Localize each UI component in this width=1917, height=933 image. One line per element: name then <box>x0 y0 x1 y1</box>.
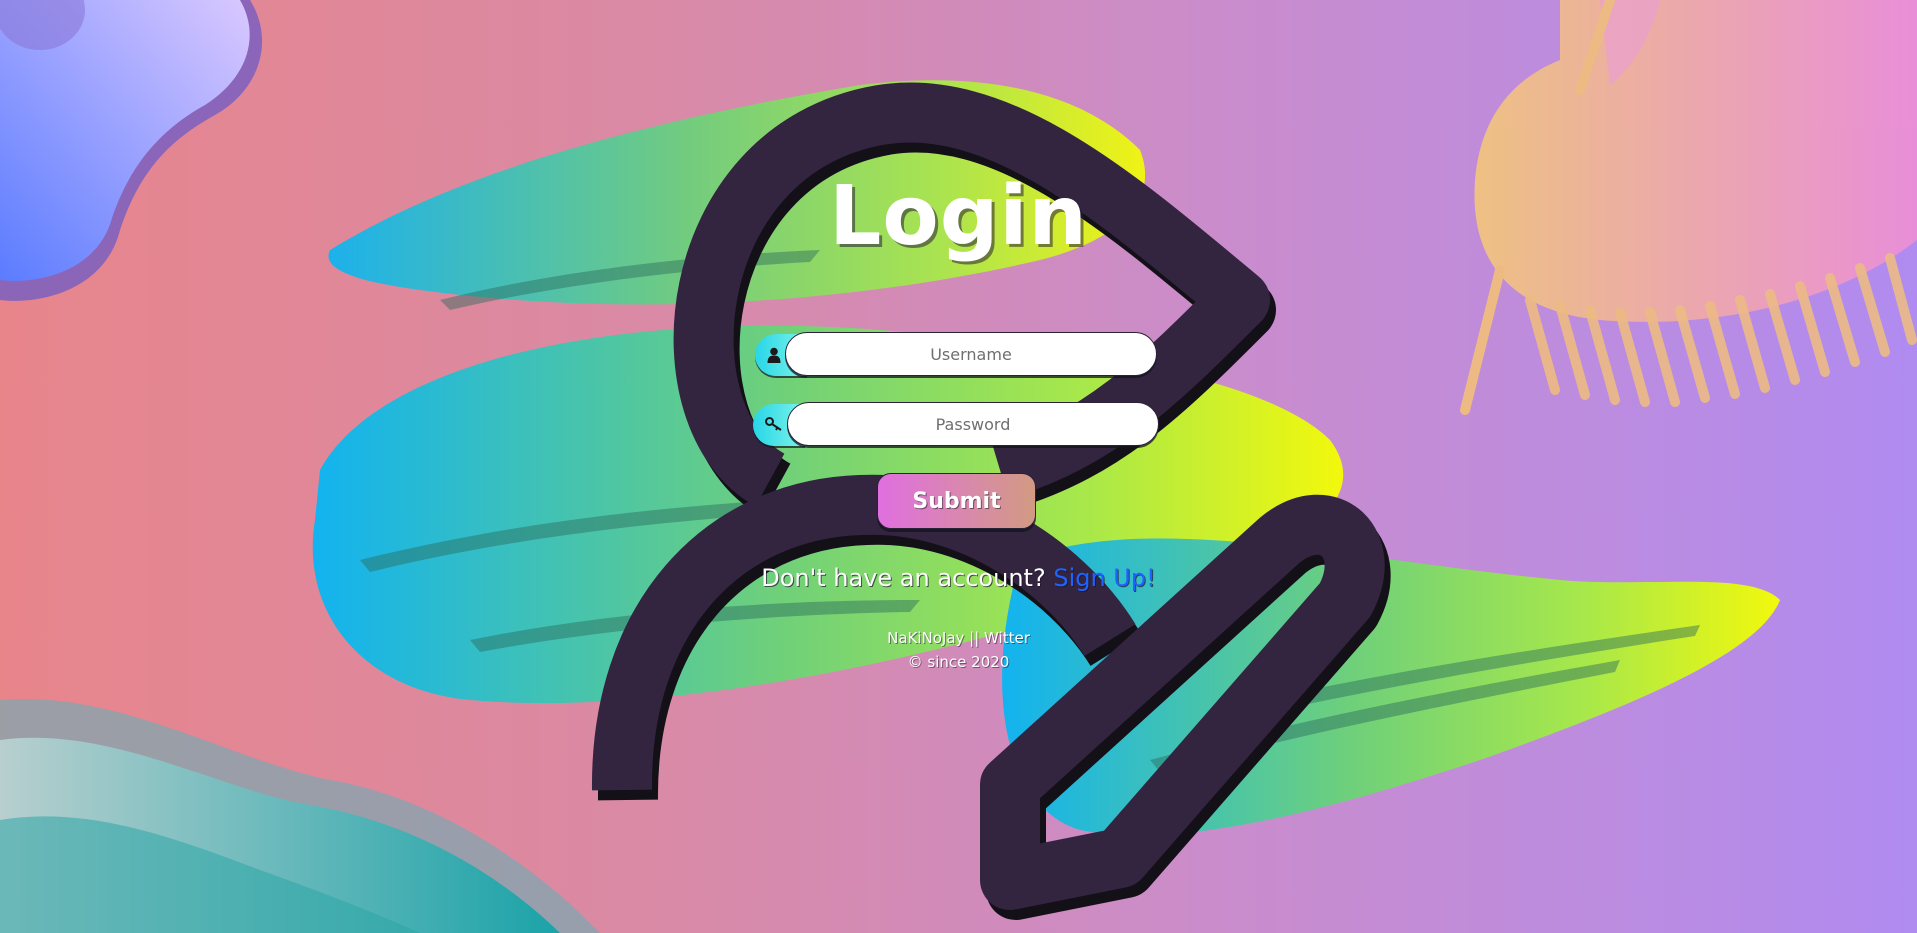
password-input[interactable] <box>787 402 1159 446</box>
footer: NaKiNoJay || Witter © since 2020 <box>0 626 1917 674</box>
login-title: Login <box>829 169 1088 264</box>
signup-link[interactable]: Sign Up! <box>1053 564 1155 592</box>
username-input[interactable] <box>785 332 1157 376</box>
footer-brand: NaKiNoJay || Witter <box>887 629 1030 647</box>
submit-button[interactable]: Submit <box>877 473 1036 529</box>
footer-copyright: © since 2020 <box>907 653 1010 671</box>
login-form: Login Submit Don't have an account? Sign… <box>0 0 1917 933</box>
username-field-row <box>755 332 1160 378</box>
signup-prompt: Don't have an account? <box>761 564 1046 592</box>
password-field-row <box>753 402 1160 448</box>
signup-line: Don't have an account? Sign Up! <box>0 564 1917 592</box>
